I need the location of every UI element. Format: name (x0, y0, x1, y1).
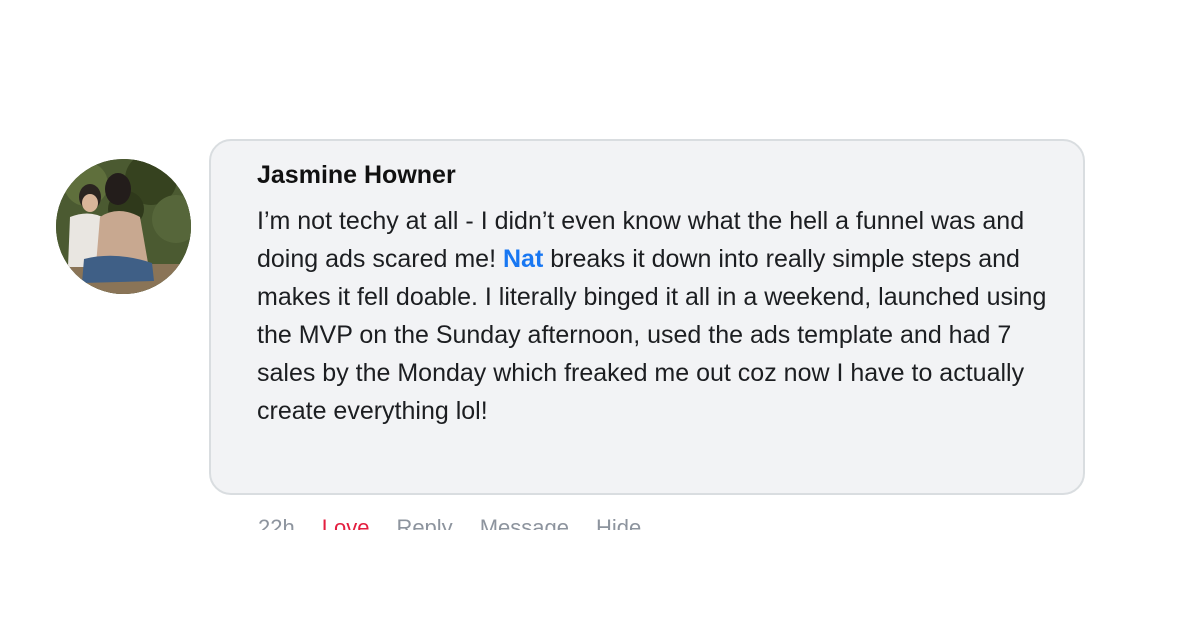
reply-button[interactable]: Reply (396, 508, 452, 530)
avatar[interactable] (56, 159, 191, 294)
comment-actions: 22h Love Reply Message Hide (258, 508, 778, 530)
comment-thread: Jasmine Howner I’m not techy at all - I … (0, 0, 1200, 628)
comment-author[interactable]: Jasmine Howner (257, 160, 1043, 190)
avatar-photo (56, 159, 191, 294)
comment-text: I’m not techy at all - I didn’t even kno… (257, 202, 1047, 430)
hide-button[interactable]: Hide (596, 508, 641, 530)
mention-link[interactable]: Nat (503, 245, 543, 273)
comment-bubble: Jasmine Howner I’m not techy at all - I … (209, 139, 1085, 495)
message-button[interactable]: Message (480, 508, 569, 530)
love-button[interactable]: Love (322, 508, 370, 530)
comment-timestamp: 22h (258, 515, 295, 530)
